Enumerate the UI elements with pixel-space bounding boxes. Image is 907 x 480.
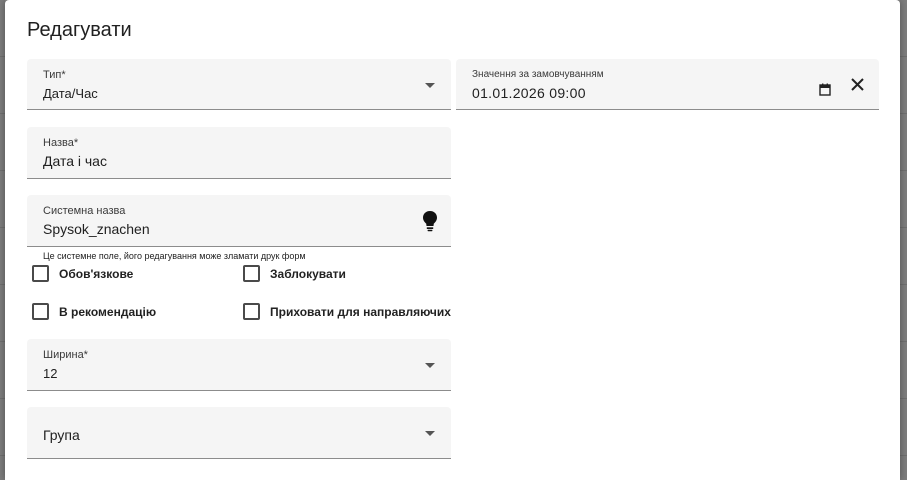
default-value-field[interactable]: Значення за замовчуванням 01.01.2026 09:… <box>456 59 879 110</box>
hide-for-referrers-checkbox[interactable]: Приховати для направляючих <box>243 303 451 320</box>
backdrop-right <box>900 0 907 480</box>
edit-dialog: Редагувати Тип* Дата/Час Значення за зам… <box>5 0 900 480</box>
checkbox-box[interactable] <box>243 303 260 320</box>
recommendation-checkbox-label: В рекомендацію <box>59 304 157 319</box>
checkbox-box[interactable] <box>32 265 49 282</box>
lock-checkbox[interactable]: Заблокувати <box>243 265 346 282</box>
default-value-input[interactable]: 01.01.2026 09:00 <box>472 85 586 101</box>
group-select[interactable]: Група <box>27 407 451 459</box>
hide-for-referrers-checkbox-label: Приховати для направляючих <box>270 304 451 319</box>
chevron-down-icon <box>425 431 435 436</box>
system-name-label: Системна назва <box>43 205 126 217</box>
required-checkbox-label: Обов'язкове <box>59 266 134 281</box>
checkbox-box[interactable] <box>32 303 49 320</box>
name-input[interactable]: Дата і час <box>43 153 107 169</box>
width-label: Ширина* <box>43 349 88 361</box>
required-checkbox[interactable]: Обов'язкове <box>32 265 133 282</box>
recommendation-checkbox[interactable]: В рекомендацію <box>32 303 156 320</box>
width-select[interactable]: Ширина* 12 <box>27 339 451 391</box>
group-label: Група <box>43 427 80 443</box>
system-name-field[interactable]: Системна назва Spysok_znachen <box>27 195 451 247</box>
width-value: 12 <box>43 366 58 381</box>
lock-checkbox-label: Заблокувати <box>270 266 346 281</box>
default-value-label: Значення за замовчуванням <box>472 69 604 80</box>
type-select[interactable]: Тип* Дата/Час <box>27 59 451 110</box>
lightbulb-icon[interactable] <box>422 210 438 237</box>
chevron-down-icon <box>425 83 435 88</box>
name-field[interactable]: Назва* Дата і час <box>27 127 451 179</box>
chevron-down-icon <box>425 363 435 368</box>
system-name-input[interactable]: Spysok_znachen <box>43 221 150 237</box>
type-label: Тип* <box>43 69 66 81</box>
close-icon[interactable] <box>850 77 865 97</box>
type-value: Дата/Час <box>43 86 98 101</box>
checkbox-box[interactable] <box>243 265 260 282</box>
name-label: Назва* <box>43 137 79 149</box>
dialog-title: Редагувати <box>27 19 132 41</box>
calendar-icon[interactable] <box>819 83 831 101</box>
system-name-helper: Це системне поле, його редагування може … <box>43 251 306 261</box>
